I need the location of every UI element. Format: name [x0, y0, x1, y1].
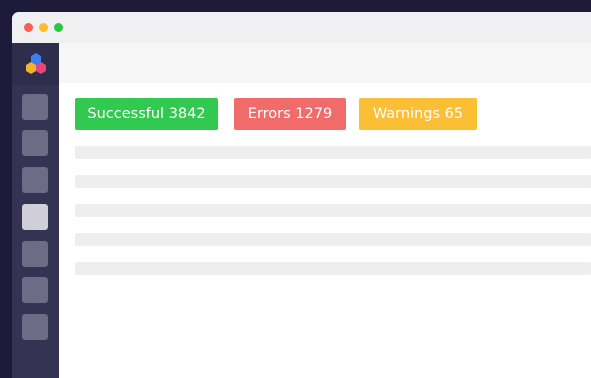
placeholder-row: [75, 233, 591, 246]
sidebar: [12, 43, 59, 378]
warnings-badge[interactable]: Warnings 65: [359, 98, 477, 130]
sidebar-item-6[interactable]: [22, 277, 48, 303]
close-button[interactable]: [24, 23, 33, 32]
logo-icon[interactable]: [24, 52, 48, 76]
logo-area: [12, 43, 59, 85]
placeholder-row: [75, 204, 591, 217]
app-window: Successful 3842 Errors 1279 Warnings 65: [12, 12, 591, 378]
minimize-button[interactable]: [39, 23, 48, 32]
top-bar: [59, 43, 591, 83]
placeholder-row: [75, 146, 591, 159]
placeholder-row: [75, 175, 591, 188]
sidebar-item-2[interactable]: [22, 130, 48, 156]
sidebar-item-4-active[interactable]: [22, 204, 48, 230]
errors-badge[interactable]: Errors 1279: [234, 98, 346, 130]
sidebar-item-3[interactable]: [22, 167, 48, 193]
successful-badge[interactable]: Successful 3842: [75, 98, 218, 130]
placeholder-row: [75, 262, 591, 275]
maximize-button[interactable]: [54, 23, 63, 32]
title-bar: [12, 12, 591, 43]
sidebar-item-7[interactable]: [22, 314, 48, 340]
sidebar-item-5[interactable]: [22, 241, 48, 267]
sidebar-item-1[interactable]: [22, 94, 48, 120]
